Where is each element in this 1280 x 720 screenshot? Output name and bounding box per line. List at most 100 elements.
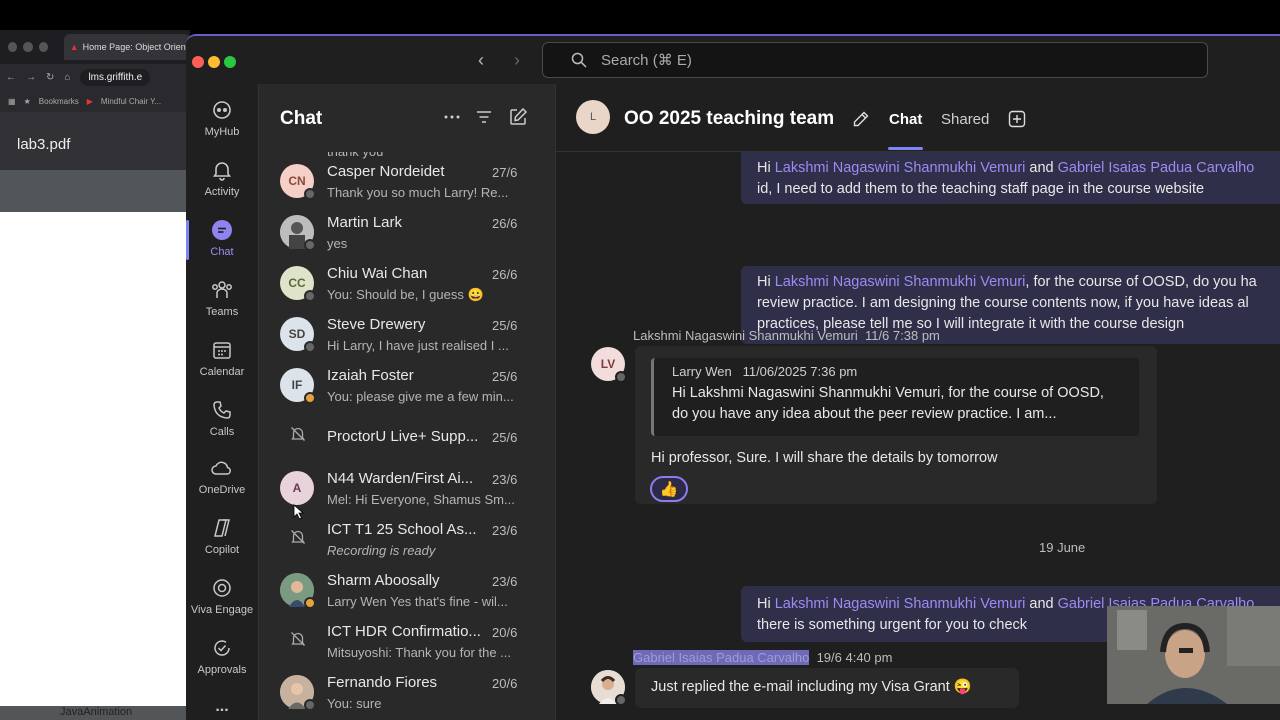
webcam-overlay: [1107, 606, 1280, 704]
chat-name: ProctorU Live+ Supp...: [327, 428, 479, 445]
apps-grid-icon[interactable]: ▦: [8, 97, 16, 106]
home-icon[interactable]: ⌂: [64, 72, 70, 83]
tab-chat[interactable]: Chat: [889, 111, 922, 128]
mention[interactable]: Lakshmi Nagaswini Shanmukhi Vemuri: [775, 274, 1026, 290]
search-input[interactable]: Search (⌘ E): [542, 42, 1208, 78]
chat-row[interactable]: SD Steve Drewery 25/6 Hi Larry, I have j…: [259, 311, 555, 362]
browser-close-dot[interactable]: [8, 42, 18, 52]
rail-label: MyHub: [204, 126, 240, 138]
rail-label: Activity: [204, 186, 240, 198]
webcam-person-icon: [1107, 606, 1280, 704]
mention[interactable]: Gabriel Isaias Padua Carvalho: [1058, 160, 1255, 176]
chat-name: Izaiah Foster: [327, 367, 414, 384]
rail-item-calls[interactable]: Calls: [186, 394, 258, 450]
sender-name[interactable]: Gabriel Isaias Padua Carvalho: [633, 650, 810, 665]
add-tab-icon[interactable]: [1008, 110, 1026, 128]
forward-chevron-icon[interactable]: ›: [514, 50, 520, 71]
youtube-icon: ▶: [86, 96, 93, 106]
avatar: SD: [280, 317, 316, 353]
thumbs-up-icon: 👍: [659, 481, 679, 498]
avatar: CC: [280, 266, 316, 302]
muted-bell-icon: [291, 632, 305, 646]
presence-status-icon: [615, 694, 627, 706]
sender-name[interactable]: Lakshmi Nagaswini Shanmukhi Vemuri: [633, 328, 858, 343]
back-arrow-icon[interactable]: ←: [6, 72, 16, 83]
incoming-message[interactable]: Just replied the e-mail including my Vis…: [635, 668, 1019, 708]
chat-preview: Mel: Hi Everyone, Shamus Sm...: [327, 492, 515, 507]
chat-preview: Hi Larry, I have just realised I ...: [327, 338, 509, 353]
chat-row[interactable]: CC Chiu Wai Chan 26/6 You: Should be, I …: [259, 260, 555, 311]
bell-icon: [212, 162, 232, 181]
date-separator: 19 June: [1039, 540, 1086, 555]
chat-row[interactable]: Fernando Fiores 20/6 You: sure: [259, 669, 555, 720]
rail-item-approvals[interactable]: Approvals: [186, 632, 258, 688]
chat-row[interactable]: Sharm Aboosally 23/6 Larry Wen Yes that'…: [259, 567, 555, 618]
chat-row[interactable]: Martin Lark 26/6 yes: [259, 209, 555, 260]
mention[interactable]: Lakshmi Nagaswini Shanmukhi Vemuri: [775, 160, 1026, 176]
sender-avatar[interactable]: LV: [591, 347, 627, 383]
chat-row[interactable]: CN Casper Nordeidet 27/6 Thank you so mu…: [259, 158, 555, 209]
avatar: IF: [280, 368, 316, 404]
more-apps-button[interactable]: ...: [186, 698, 258, 716]
tab-shared[interactable]: Shared: [941, 111, 989, 128]
browser-tab[interactable]: ▲ Home Page: Object Oriente: [63, 34, 190, 60]
window-zoom-button[interactable]: [224, 56, 236, 68]
chat-row[interactable]: ProctorU Live+ Supp... 25/6: [259, 413, 555, 464]
presence-status-icon: [304, 290, 316, 302]
mention[interactable]: Lakshmi Nagaswini Shanmukhi Vemuri: [775, 596, 1026, 612]
chat-preview: Mitsuyoshi: Thank you for the ...: [327, 645, 512, 660]
pdf-page: [0, 212, 190, 720]
new-chat-icon[interactable]: [507, 106, 529, 128]
chat-date: 25/6: [492, 369, 518, 384]
group-name[interactable]: OO 2025 teaching team: [624, 108, 834, 130]
sender-avatar[interactable]: [591, 670, 627, 706]
quoted-message[interactable]: Larry Wen 11/06/2025 7:36 pm Hi Lakshmi …: [651, 358, 1139, 436]
mouse-cursor-icon: [293, 504, 305, 520]
rail-item-copilot[interactable]: Copilot: [186, 512, 258, 568]
chat-row[interactable]: ICT T1 25 School As... 23/6 Recording is…: [259, 516, 555, 567]
browser-minimize-dot[interactable]: [23, 42, 33, 52]
like-reaction[interactable]: 👍: [650, 476, 688, 502]
chat-row[interactable]: ICT HDR Confirmatio... 20/6 Mitsuyoshi: …: [259, 618, 555, 669]
presence-status-icon: [304, 239, 316, 251]
window-close-button[interactable]: [192, 56, 204, 68]
app-rail: MyHub Activity Chat Teams Calendar Calls…: [186, 84, 258, 720]
rail-item-activity[interactable]: Activity: [186, 154, 258, 210]
chat-row[interactable]: IF Izaiah Foster 25/6 You: please give m…: [259, 362, 555, 413]
rail-item-chat[interactable]: Chat: [186, 214, 258, 270]
outgoing-message[interactable]: Hi Lakshmi Nagaswini Shanmukhi Vemuri an…: [741, 148, 1280, 204]
window-minimize-button[interactable]: [208, 56, 220, 68]
rail-item-calendar[interactable]: Calendar: [186, 334, 258, 390]
filter-icon[interactable]: [473, 106, 495, 128]
avatar: [280, 215, 316, 251]
message-time: 11/6 7:38 pm: [864, 328, 940, 343]
search-icon: [571, 52, 587, 68]
browser-zoom-dot[interactable]: [38, 42, 48, 52]
cloud-icon: [211, 461, 231, 475]
message-meta: Lakshmi Nagaswini Shanmukhi Vemuri 11/6 …: [633, 328, 940, 343]
pdf-viewer-background: [0, 170, 190, 212]
approvals-icon: [214, 640, 230, 656]
avatar: CN: [280, 164, 316, 200]
chat-preview: Thank you so much Larry! Re...: [327, 185, 509, 200]
rail-item-onedrive[interactable]: OneDrive: [186, 452, 258, 508]
rail-item-viva-engage[interactable]: Viva Engage: [186, 572, 258, 628]
browser-url-field[interactable]: lms.griffith.e: [80, 68, 151, 86]
edit-pencil-icon[interactable]: [852, 110, 870, 128]
chat-name: Steve Drewery: [327, 316, 426, 333]
rail-item-teams[interactable]: Teams: [186, 274, 258, 330]
group-avatar[interactable]: L: [576, 100, 610, 134]
search-placeholder: Search (⌘ E): [601, 52, 692, 69]
conversation-header: L OO 2025 teaching team Chat Shared: [556, 84, 1280, 152]
more-options-icon[interactable]: [441, 106, 463, 128]
chat-name: Casper Nordeidet: [327, 163, 445, 180]
back-chevron-icon[interactable]: ‹: [478, 50, 484, 71]
bookmark-item[interactable]: Bookmarks: [39, 97, 79, 106]
browser-tab-bar: ▲ Home Page: Object Oriente: [0, 30, 190, 64]
incoming-message[interactable]: Larry Wen 11/06/2025 7:36 pm Hi Lakshmi …: [635, 346, 1157, 504]
reload-icon[interactable]: ↻: [46, 72, 54, 83]
forward-arrow-icon[interactable]: →: [26, 72, 36, 83]
message-text: Hi professor, Sure. I will share the det…: [651, 450, 998, 466]
rail-item-myhub[interactable]: MyHub: [186, 94, 258, 150]
bookmark-item[interactable]: Mindful Chair Y...: [101, 97, 161, 106]
